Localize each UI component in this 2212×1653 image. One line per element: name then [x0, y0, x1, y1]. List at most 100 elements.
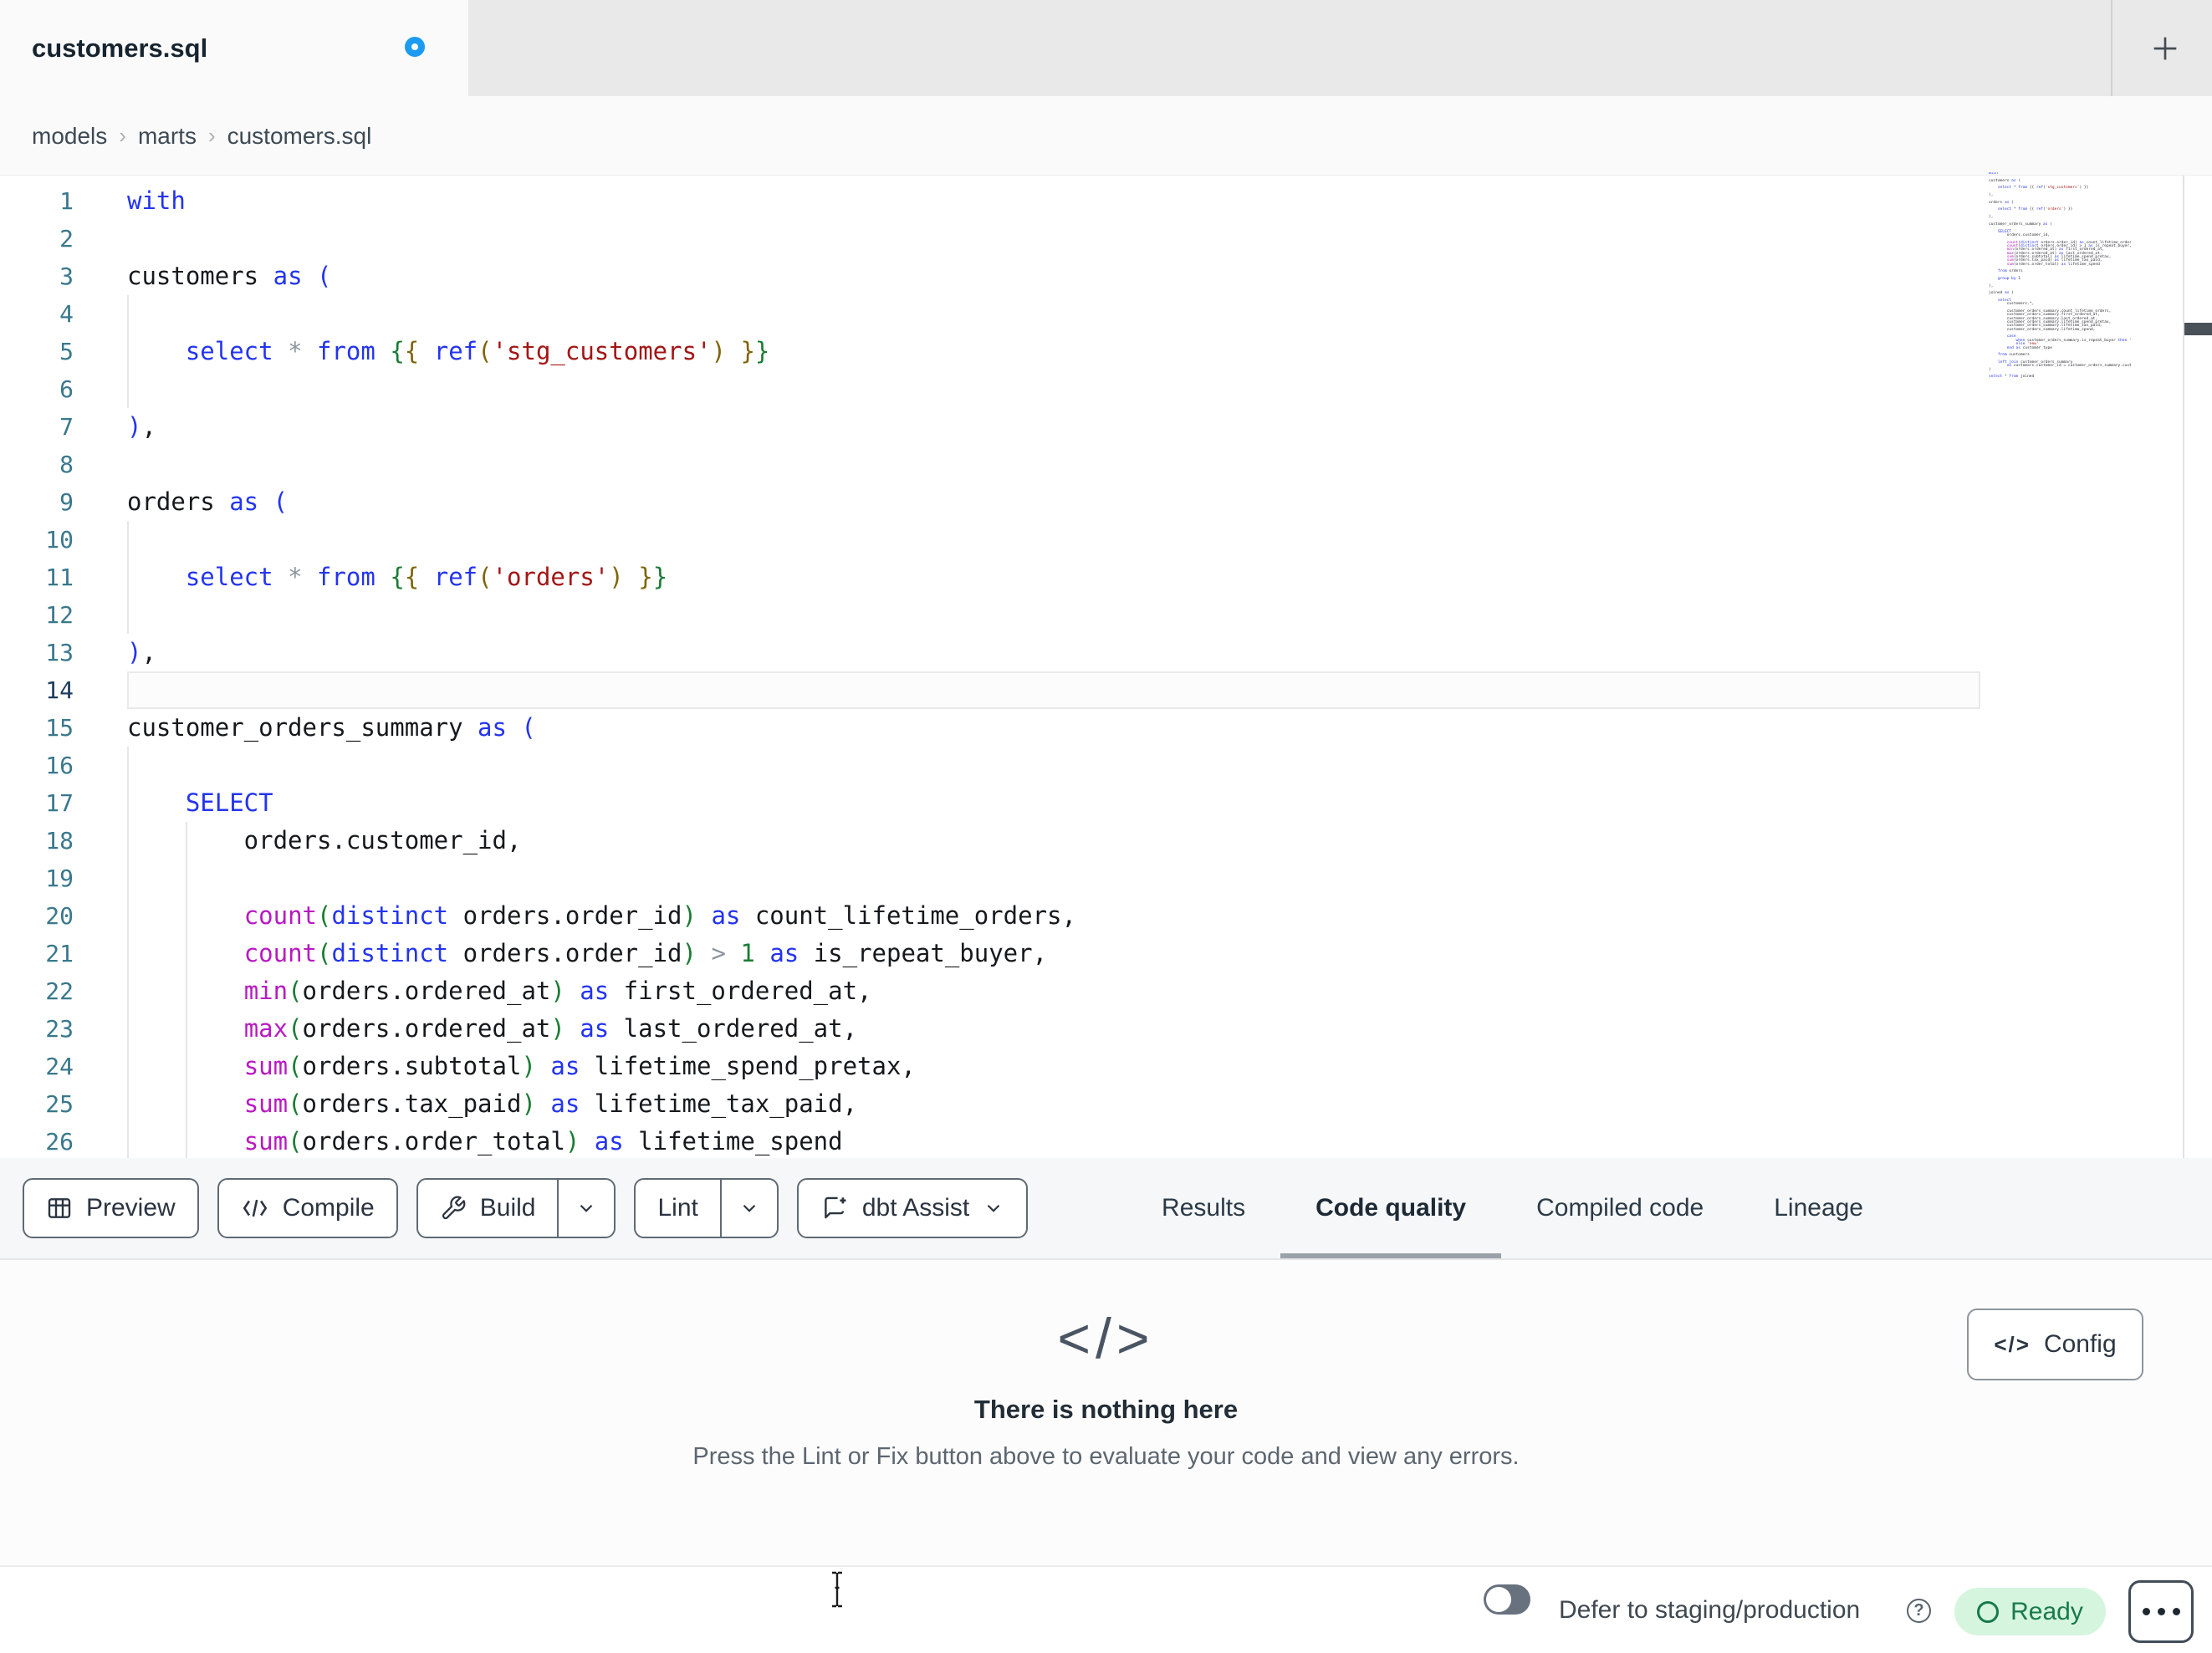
file-tab-customers-sql[interactable]: customers.sql [0, 0, 468, 96]
line-number: 5 [59, 338, 74, 365]
code-line[interactable]: orders as ( [127, 483, 1076, 521]
tab-lineage[interactable]: Lineage [1739, 1158, 1898, 1258]
help-icon[interactable]: ? [1907, 1599, 1931, 1623]
code-editor[interactable]: 1 2 3 4 5 6 7 8 9 10 11 12 13 14 15 16 17 18 19 20 21 22 23 24 2… [0, 172, 2212, 1161]
line-number: 18 [45, 827, 74, 855]
tab-code-quality[interactable]: Code quality [1280, 1158, 1502, 1258]
tab-results[interactable]: Results [1126, 1158, 1280, 1258]
code-line[interactable] [127, 596, 1076, 634]
preview-button[interactable]: Preview [23, 1178, 199, 1238]
config-button[interactable]: </> Config [1967, 1309, 2143, 1380]
assist-chat-icon [825, 1196, 846, 1219]
code-line[interactable]: orders.customer_id, [127, 822, 1076, 860]
code-quality-panel: </> There is nothing here Press the Lint… [0, 1260, 2212, 1565]
line-number: 1 [59, 187, 74, 215]
code-line[interactable] [127, 370, 1076, 408]
line-number: 2 [59, 225, 74, 253]
code-empty-icon: </> [1057, 1307, 1155, 1370]
code-line[interactable] [127, 295, 1076, 333]
line-number: 14 [45, 676, 74, 704]
line-number: 9 [59, 488, 74, 516]
line-number: 11 [45, 564, 74, 591]
line-number: 26 [45, 1128, 74, 1156]
line-number: 17 [45, 789, 74, 817]
code-line[interactable] [127, 860, 1076, 897]
chevron-down-icon [743, 1204, 756, 1212]
code-line[interactable]: select * from {{ ref('stg_customers') }} [127, 333, 1076, 370]
compile-button[interactable]: Compile [217, 1178, 398, 1238]
empty-state: </> There is nothing here Press the Lint… [0, 1260, 2212, 1471]
lint-dropdown-button[interactable] [722, 1180, 777, 1237]
code-line[interactable]: count(distinct orders.order_id) > 1 as i… [127, 935, 1076, 972]
code-line[interactable]: max(orders.ordered_at) as last_ordered_a… [127, 1010, 1076, 1048]
line-number: 10 [45, 526, 74, 554]
breadcrumb-file[interactable]: customers.sql [227, 123, 372, 150]
chevron-down-icon [580, 1204, 593, 1212]
code-line[interactable]: with [127, 182, 1076, 220]
code-line[interactable]: SELECT [127, 784, 1076, 822]
file-tab-title: customers.sql [32, 33, 208, 63]
code-line[interactable]: ), [127, 408, 1076, 446]
code-line[interactable] [127, 747, 1076, 784]
ready-status-badge: Ready [1954, 1588, 2106, 1635]
code-line[interactable]: customers as ( [127, 258, 1076, 295]
more-options-button[interactable] [2128, 1580, 2194, 1643]
defer-toggle[interactable] [1484, 1584, 1530, 1615]
tab-compiled-code[interactable]: Compiled code [1501, 1158, 1739, 1258]
line-number: 24 [45, 1053, 74, 1080]
line-number: 21 [45, 940, 74, 967]
lint-button-label: Lint [657, 1194, 698, 1222]
wrench-icon [442, 1196, 466, 1220]
code-line[interactable] [127, 220, 1076, 258]
chevron-down-icon [987, 1204, 1000, 1212]
code-line[interactable]: min(orders.ordered_at) as first_ordered_… [127, 972, 1076, 1010]
tab-bar: customers.sql [0, 0, 2212, 96]
table-icon [48, 1198, 71, 1218]
empty-state-title: There is nothing here [973, 1395, 1239, 1424]
line-number: 23 [45, 1015, 74, 1043]
code-line[interactable]: customer_orders_summary as ( [127, 709, 1076, 747]
code-line[interactable]: sum(orders.subtotal) as lifetime_spend_p… [127, 1048, 1076, 1085]
line-number: 19 [45, 865, 74, 892]
dbt-assist-button[interactable]: dbt Assist [796, 1178, 1029, 1238]
unsaved-changes-dot-icon [405, 37, 425, 57]
toggle-knob [1486, 1587, 1511, 1612]
code-line[interactable] [127, 446, 1076, 483]
code-line[interactable] [127, 521, 1076, 559]
code-line[interactable]: sum(orders.order_total) as lifetime_spen… [127, 1123, 1076, 1161]
breadcrumb: models › marts › customers.sql [32, 96, 371, 176]
code-line[interactable]: ), [127, 634, 1076, 671]
editor-scrollbar[interactable] [2183, 176, 2212, 1158]
panel-tabs: Results Code quality Compiled code Lineage [1126, 1158, 1898, 1258]
line-number: 22 [45, 977, 74, 1005]
code-line[interactable] [127, 671, 1076, 709]
editor-toolbar: Preview Compile Build Lint dbt Assist Re… [0, 1158, 2212, 1260]
build-button[interactable]: Build [416, 1178, 616, 1238]
lint-button[interactable]: Lint [634, 1178, 779, 1238]
build-dropdown-button[interactable] [559, 1180, 614, 1237]
code-icon: </> [1994, 1331, 2031, 1357]
breadcrumb-models[interactable]: models [32, 123, 107, 150]
line-number: 13 [45, 639, 74, 666]
line-number: 20 [45, 902, 74, 930]
code-lines[interactable]: with customers as ( select * from {{ ref… [127, 182, 1076, 1161]
breadcrumb-marts[interactable]: marts [138, 123, 197, 150]
chevron-right-icon: › [207, 123, 216, 148]
line-number: 7 [59, 413, 74, 441]
ready-status-label: Ready [2010, 1597, 2083, 1625]
code-line[interactable]: count(distinct orders.order_id) as count… [127, 897, 1076, 935]
line-number-gutter: 1 2 3 4 5 6 7 8 9 10 11 12 13 14 15 16 17 18 19 20 21 22 23 24 2… [0, 182, 74, 1161]
config-button-label: Config [2043, 1330, 2117, 1358]
scrollbar-thumb[interactable] [2184, 323, 2212, 335]
status-bar: Defer to staging/production ? Ready [0, 1565, 2212, 1653]
line-number: 12 [45, 601, 74, 629]
code-line[interactable]: select * from {{ ref('orders') }} [127, 559, 1076, 596]
minimap[interactable]: with customers as ( select * from {{ ref… [1989, 172, 2131, 381]
status-circle-icon [1977, 1600, 2000, 1623]
text-cursor-pointer [832, 1571, 842, 1608]
tabbar-divider [2111, 0, 2112, 96]
line-number: 25 [45, 1090, 74, 1118]
code-line[interactable]: sum(orders.tax_paid) as lifetime_tax_pai… [127, 1085, 1076, 1123]
new-tab-button[interactable] [2138, 21, 2193, 76]
code-icon [243, 1199, 267, 1217]
